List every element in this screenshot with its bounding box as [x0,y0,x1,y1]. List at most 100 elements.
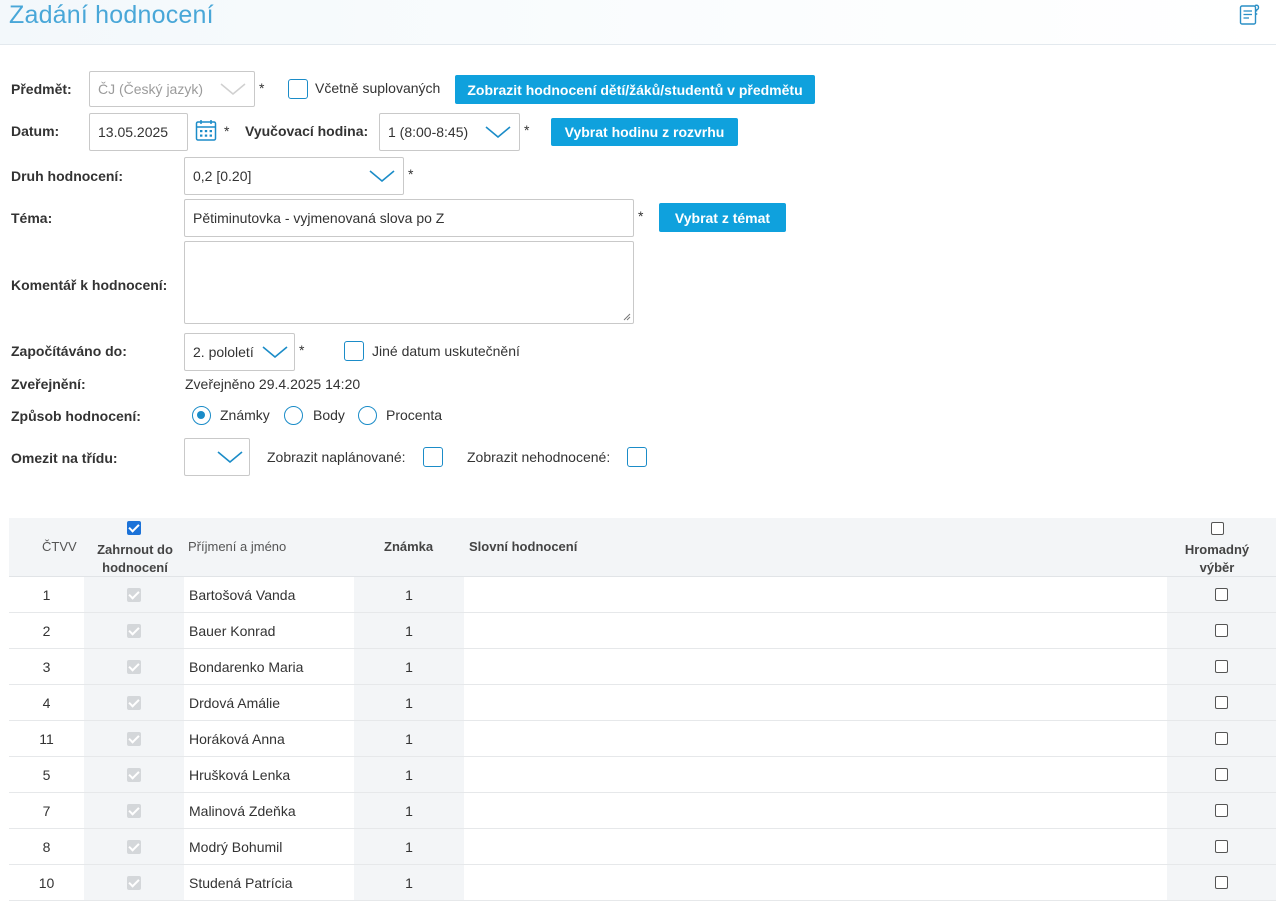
bulk-cell [1167,829,1276,864]
table-row: 5 Hrušková Lenka 1 [9,757,1276,793]
bulk-checkbox[interactable] [1215,768,1228,781]
student-name: Bartošová Vanda [189,586,296,603]
grade-cell[interactable]: 1 [354,865,464,900]
chevron-down-icon [220,83,246,95]
header-number: ČTVV [42,539,77,554]
include-checkbox [127,587,141,602]
lesson-select[interactable]: 1 (8:00-8:45) [379,113,520,151]
table-header: ČTVV Zahrnout do hodnocení Příjmení a jm… [9,518,1276,577]
header-grade: Známka [384,539,434,554]
table-row: 10 Studená Patrícia 1 [9,865,1276,901]
table-row: 3 Bondarenko Maria 1 [9,649,1276,685]
calendar-icon[interactable] [195,119,217,142]
include-substitutions-checkbox[interactable] [288,79,308,99]
grade-type-select[interactable]: 0,2 [0.20] [184,157,404,195]
bulk-cell [1167,721,1276,756]
grade-cell[interactable]: 1 [354,829,464,864]
student-name: Studená Patrícia [189,874,293,891]
limit-class-label: Omezit na třídu: [11,450,118,466]
student-name: Horáková Anna [189,730,285,747]
student-name: Bondarenko Maria [189,658,304,675]
grading-method-label: Způsob hodnocení: [11,408,141,424]
grade-type-value: 0,2 [0.20] [193,168,252,184]
include-checkbox [127,731,141,746]
show-grades-button[interactable]: Zobrazit hodnocení dětí/žáků/studentů v … [455,75,815,104]
student-name: Malinová Zdeňka [189,802,296,819]
row-number: 3 [42,658,51,675]
date-value: 13.05.2025 [98,124,169,140]
radio-grades[interactable] [192,406,211,425]
counted-until-select[interactable]: 2. pololetí [184,333,295,371]
include-cell [84,649,184,684]
publication-label: Zveřejnění: [11,376,86,392]
include-cell [84,577,184,612]
grade-cell[interactable]: 1 [354,793,464,828]
grade-cell[interactable]: 1 [354,613,464,648]
required-marker: * [259,80,265,96]
comment-textarea[interactable] [184,241,634,324]
pick-topic-button[interactable]: Vybrat z témat [659,203,786,232]
comment-label: Komentář k hodnocení: [11,277,168,293]
bulk-checkbox[interactable] [1215,696,1228,709]
include-checkbox [127,695,141,710]
show-ungraded-checkbox[interactable] [627,447,647,467]
radio-points-label: Body [313,407,345,423]
chevron-down-icon [217,451,243,463]
date-input[interactable]: 13.05.2025 [89,113,188,151]
header-verbal: Slovní hodnocení [469,539,578,554]
show-planned-checkbox[interactable] [423,447,443,467]
row-number: 4 [42,694,51,711]
bulk-checkbox[interactable] [1215,660,1228,673]
grade-cell[interactable]: 1 [354,757,464,792]
table-row: 7 Malinová Zdeňka 1 [9,793,1276,829]
chevron-down-icon [369,170,395,182]
bulk-cell [1167,757,1276,792]
include-cell [84,865,184,900]
resize-grip-icon[interactable] [623,313,631,321]
include-cell [84,685,184,720]
student-name: Modrý Bohumil [189,838,283,855]
include-all-checkbox[interactable] [127,521,141,535]
subject-value: ČJ (Český jazyk) [98,81,204,97]
grade-cell[interactable]: 1 [354,721,464,756]
row-number: 8 [42,838,51,855]
bulk-checkbox[interactable] [1215,840,1228,853]
include-cell [84,829,184,864]
radio-percent-label: Procenta [386,407,443,423]
row-number: 1 [42,586,51,603]
grade-cell[interactable]: 1 [354,649,464,684]
include-checkbox [127,803,141,818]
row-number: 11 [39,730,54,747]
other-date-checkbox[interactable] [344,341,364,361]
bulk-checkbox[interactable] [1215,804,1228,817]
required-marker: * [638,208,644,224]
include-checkbox [127,767,141,782]
table-row: 1 Bartošová Vanda 1 [9,577,1276,613]
pick-lesson-button[interactable]: Vybrat hodinu z rozvrhu [551,118,738,146]
help-document-icon[interactable] [1238,2,1262,26]
header-name: Příjmení a jméno [188,539,287,554]
bulk-checkbox[interactable] [1215,876,1228,889]
subject-label: Předmět: [11,81,72,97]
required-marker: * [524,122,530,138]
page-header: Zadání hodnocení [0,0,1276,45]
topic-input[interactable]: Pětiminutovka - vyjmenovaná slova po Z [184,199,634,237]
radio-grades-label: Známky [220,407,270,423]
grade-cell[interactable]: 1 [354,685,464,720]
include-checkbox [127,659,141,674]
limit-class-select[interactable] [184,438,250,476]
radio-percent[interactable] [358,406,377,425]
row-number: 2 [42,622,51,639]
bulk-checkbox[interactable] [1215,624,1228,637]
row-number: 7 [42,802,51,819]
bulk-select-all-checkbox[interactable] [1211,522,1224,535]
show-planned-label: Zobrazit naplánované: [267,449,406,465]
bulk-checkbox[interactable] [1215,732,1228,745]
radio-points[interactable] [284,406,303,425]
lesson-value: 1 (8:00-8:45) [388,124,469,140]
include-checkbox [127,623,141,638]
bulk-checkbox[interactable] [1215,588,1228,601]
bulk-cell [1167,577,1276,612]
row-number: 10 [38,874,55,891]
grade-cell[interactable]: 1 [354,577,464,612]
